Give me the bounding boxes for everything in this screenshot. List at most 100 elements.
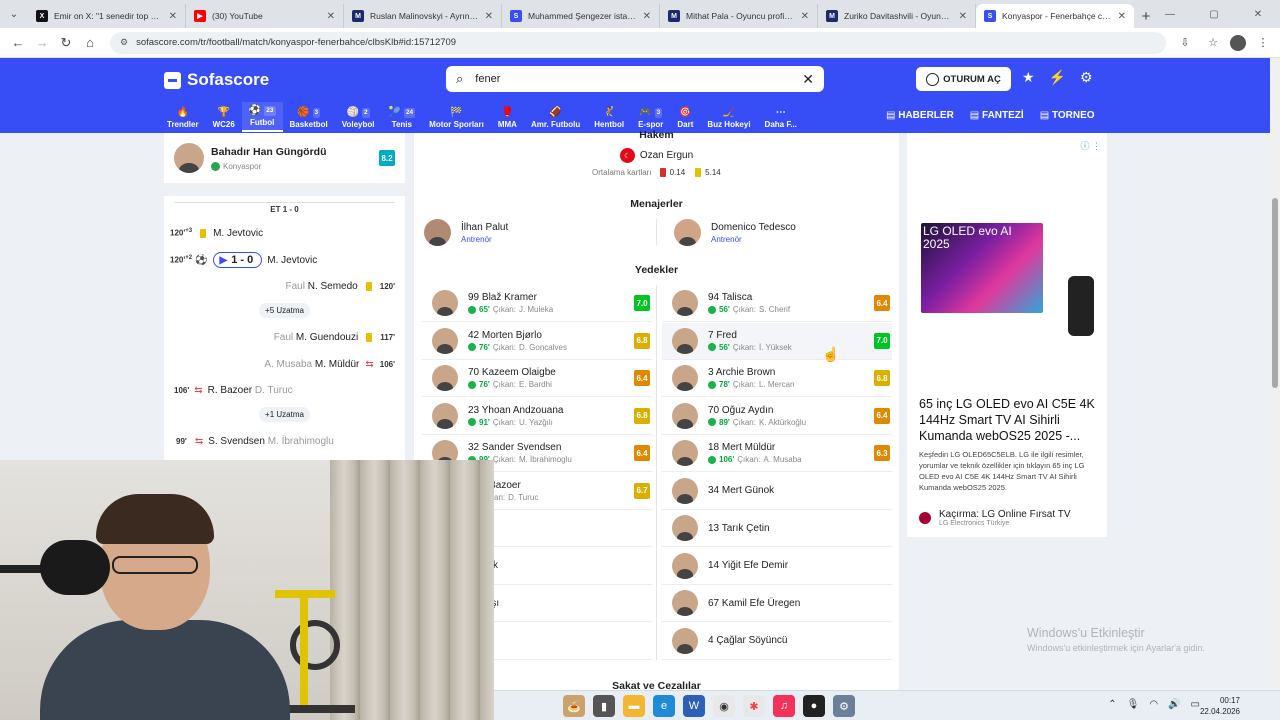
ad-brand[interactable]: Kaçırma: LG Online Fırsat TV LG Electroni… (919, 509, 1071, 527)
menu-icon[interactable]: ⋮ (1252, 32, 1274, 54)
substitute-row[interactable]: 70 Kazeem Olaigbe 76' Çıkan: E. Bardhi 6.4 (422, 360, 652, 397)
taskbar-clock[interactable]: 00:17 22.04.2026 (1200, 695, 1240, 717)
tab-close-icon[interactable]: ✕ (327, 11, 335, 22)
sport-tab[interactable]: 🏐 2 Voleybol (335, 102, 382, 132)
settings-app-icon[interactable]: ⚙ (833, 695, 855, 717)
pinwheel-icon[interactable]: ✱ (743, 695, 765, 717)
substitute-row[interactable]: 70 Oğuz Aydın 89' Çıkan: K. Aktürkoğlu 6.4 (662, 398, 892, 435)
tab-close-icon[interactable]: ✕ (485, 11, 493, 22)
battery-icon[interactable]: ▭ (1191, 699, 1200, 710)
volume-icon[interactable]: 🔊 (1168, 699, 1180, 710)
substitute-row[interactable]: 18 Mert Müldür 106' Çıkan: A. Musaba 6.3 (662, 435, 892, 472)
sport-tab[interactable]: 🏆 WC26 (206, 102, 242, 132)
microphone-icon[interactable]: 🎙 (1127, 699, 1140, 710)
substitute-row[interactable]: 3 Archie Brown 78' Çıkan: L. Mercan 6.8 (662, 360, 892, 397)
player-of-match-card[interactable]: Bahadır Han Güngördü Konyaspor 8.2 (164, 133, 405, 183)
url-field[interactable]: ⚙ sofascore.com/tr/football/match/konyas… (110, 31, 1166, 54)
sport-tab[interactable]: 🏁 Motor Sporları (422, 102, 491, 132)
news-link[interactable]: HABERLER (886, 110, 954, 121)
fantasy-link[interactable]: FANTEZİ (970, 110, 1024, 121)
sport-tab[interactable]: 🎾 24 Tenis (381, 102, 422, 132)
event-row[interactable]: A. Musaba M. Müldür ⇆ 106' (164, 354, 405, 374)
goal-event-row[interactable]: 120'+2 ⚽ ▶ 1 - 0 M. Jevtovic (164, 250, 405, 270)
sport-tab[interactable]: 🎯 Dart (670, 102, 700, 132)
substitute-row[interactable]: 42 Morten Bjørlo 76' Çıkan: D. Goncalves 6… (422, 323, 652, 360)
browser-tab[interactable]: S Muhammed Şengezer istatistik... ✕ (502, 4, 660, 28)
music-icon[interactable]: ♫ (773, 695, 795, 717)
word-icon[interactable]: W (683, 695, 705, 717)
substitute-row[interactable]: 94 Talisca 56' Çıkan: S. Cherif 6.4 (662, 285, 892, 322)
favorites-star-icon[interactable]: ★ (1022, 69, 1035, 86)
profile-avatar[interactable] (1230, 34, 1246, 51)
substitute-row[interactable]: 13 Tarık Çetin (662, 510, 892, 547)
sport-tab[interactable]: 🤾 Hentbol (587, 102, 631, 132)
sport-tab[interactable]: 🥊 MMA (491, 102, 524, 132)
bookmark-star-icon[interactable]: ☆ (1202, 32, 1224, 54)
manager-away[interactable]: Domenico Tedesco Antrenör (674, 219, 796, 246)
edge-icon[interactable]: e (653, 695, 675, 717)
sport-tab[interactable]: 🏈 Amr. Futbolu (524, 102, 587, 132)
sofascore-logo[interactable]: Sofascore (164, 70, 269, 90)
chrome-icon[interactable]: ◉ (713, 695, 735, 717)
event-row[interactable]: Faul N. Semedo 120' (164, 276, 405, 296)
goal-highlight-button[interactable]: ▶ 1 - 0 (212, 252, 263, 268)
tab-close-icon[interactable]: ✕ (1118, 11, 1126, 22)
tab-close-icon[interactable]: ✕ (801, 11, 809, 22)
search-input[interactable]: ⌕ fener ✕ (446, 66, 824, 92)
browser-tab[interactable]: X Emir on X: "1 senedir top oyna... ✕ (28, 4, 186, 28)
page-scrollbar[interactable] (1270, 58, 1280, 690)
manager-home[interactable]: İlhan Palut Antrenör (424, 219, 508, 246)
event-row[interactable]: Faul M. Guendouzi 117' (164, 327, 405, 347)
file-explorer-icon[interactable]: ▬ (623, 695, 645, 717)
back-icon[interactable]: ← (6, 31, 30, 55)
ad-title[interactable]: 65 inç LG OLED evo AI C5E 4K 144Hz Smart… (919, 396, 1095, 444)
tray-chevron-icon[interactable]: ⌃ (1108, 699, 1116, 710)
lightning-icon[interactable]: ⚡ (1049, 69, 1066, 86)
tab-close-icon[interactable]: ✕ (959, 11, 967, 22)
home-icon[interactable]: ⌂ (78, 31, 102, 55)
minimize-icon[interactable]: — (1148, 0, 1192, 28)
tab-search-icon[interactable]: ⌄ (0, 0, 28, 28)
event-row[interactable]: 99' ⇆ S. Svendsen M. İbrahimoglu (164, 431, 405, 451)
sport-tab[interactable]: ⚽ 23 Futbol (241, 102, 283, 132)
forward-icon[interactable]: → (30, 31, 54, 55)
browser-tab[interactable]: M Ruslan Malinovskyi - Ayrıntılı p... ✕ (344, 4, 502, 28)
tab-close-icon[interactable]: ✕ (643, 11, 651, 22)
close-window-icon[interactable]: ✕ (1236, 0, 1280, 28)
task-view-icon[interactable]: ▮ (593, 695, 615, 717)
login-button[interactable]: OTURUM AÇ (916, 67, 1011, 91)
wifi-icon[interactable]: ◠ (1149, 699, 1158, 710)
reload-icon[interactable]: ↻ (54, 31, 78, 55)
event-row[interactable]: 106' ⇆ R. Bazoer D. Turuc (164, 380, 405, 400)
tab-close-icon[interactable]: ✕ (169, 11, 177, 22)
site-info-icon[interactable]: ⚙ (120, 37, 128, 48)
torneo-link[interactable]: TORNEO (1040, 110, 1095, 121)
referee-row[interactable]: ☾ Ozan Ergun (414, 148, 899, 163)
browser-tab[interactable]: S Konyaspor - Fenerbahçe canlı s... ✕ (976, 4, 1134, 28)
substitute-row[interactable]: 4 Çağlar Söyüncü (662, 623, 892, 660)
recorder-icon[interactable]: ● (803, 695, 825, 717)
sport-tab[interactable]: 🎮 3 E-spor (631, 102, 670, 132)
clear-search-icon[interactable]: ✕ (802, 71, 814, 88)
sport-tab[interactable]: 🏀 3 Basketbol (283, 102, 335, 132)
settings-gear-icon[interactable]: ⚙ (1080, 69, 1093, 86)
sport-tab[interactable]: 🏒 Buz Hokeyi (700, 102, 757, 132)
maximize-icon[interactable]: ▢ (1192, 0, 1236, 28)
sport-tab[interactable]: 🔥 Trendler (160, 102, 206, 132)
browser-tab[interactable]: ▶ (30) YouTube ✕ (186, 4, 344, 28)
substitute-row[interactable]: 7 Fred 56' Çıkan: İ. Yüksek 7.0 (662, 322, 892, 360)
scrollbar-thumb[interactable] (1272, 198, 1278, 388)
browser-tab[interactable]: M Mithat Pala - Oyuncu profili 25/... ✕ (660, 4, 818, 28)
sport-tab[interactable]: ⋯ Daha F... (758, 102, 804, 132)
substitute-row[interactable]: 23 Yhoan Andzouana 91' Çıkan: U. Yazğılı 6… (422, 398, 652, 435)
browser-tab[interactable]: M Zuriko Davitashvili - Oyuncu pr... ✕ (818, 4, 976, 28)
advertisement-card[interactable]: ⓘ ⋮ LG OLED evo AI 2025 65 inç LG OLED e… (907, 133, 1107, 537)
substitute-row[interactable]: 34 Mert Günok (662, 473, 892, 510)
taskbar-app-icon[interactable]: 🍝 (563, 695, 585, 717)
substitute-row[interactable]: 67 Kamil Efe Üregen (662, 585, 892, 622)
substitute-row[interactable]: 99 Blaž Kramer 65' Çıkan: J. Muleka 7.0 (422, 285, 652, 322)
substitute-row[interactable]: 14 Yiğit Efe Demir (662, 548, 892, 585)
ad-info-icon[interactable]: ⓘ ⋮ (1080, 139, 1101, 152)
event-row[interactable]: 120'+3 M. Jevtovic (164, 223, 405, 243)
install-icon[interactable]: ⇩ (1174, 32, 1196, 54)
